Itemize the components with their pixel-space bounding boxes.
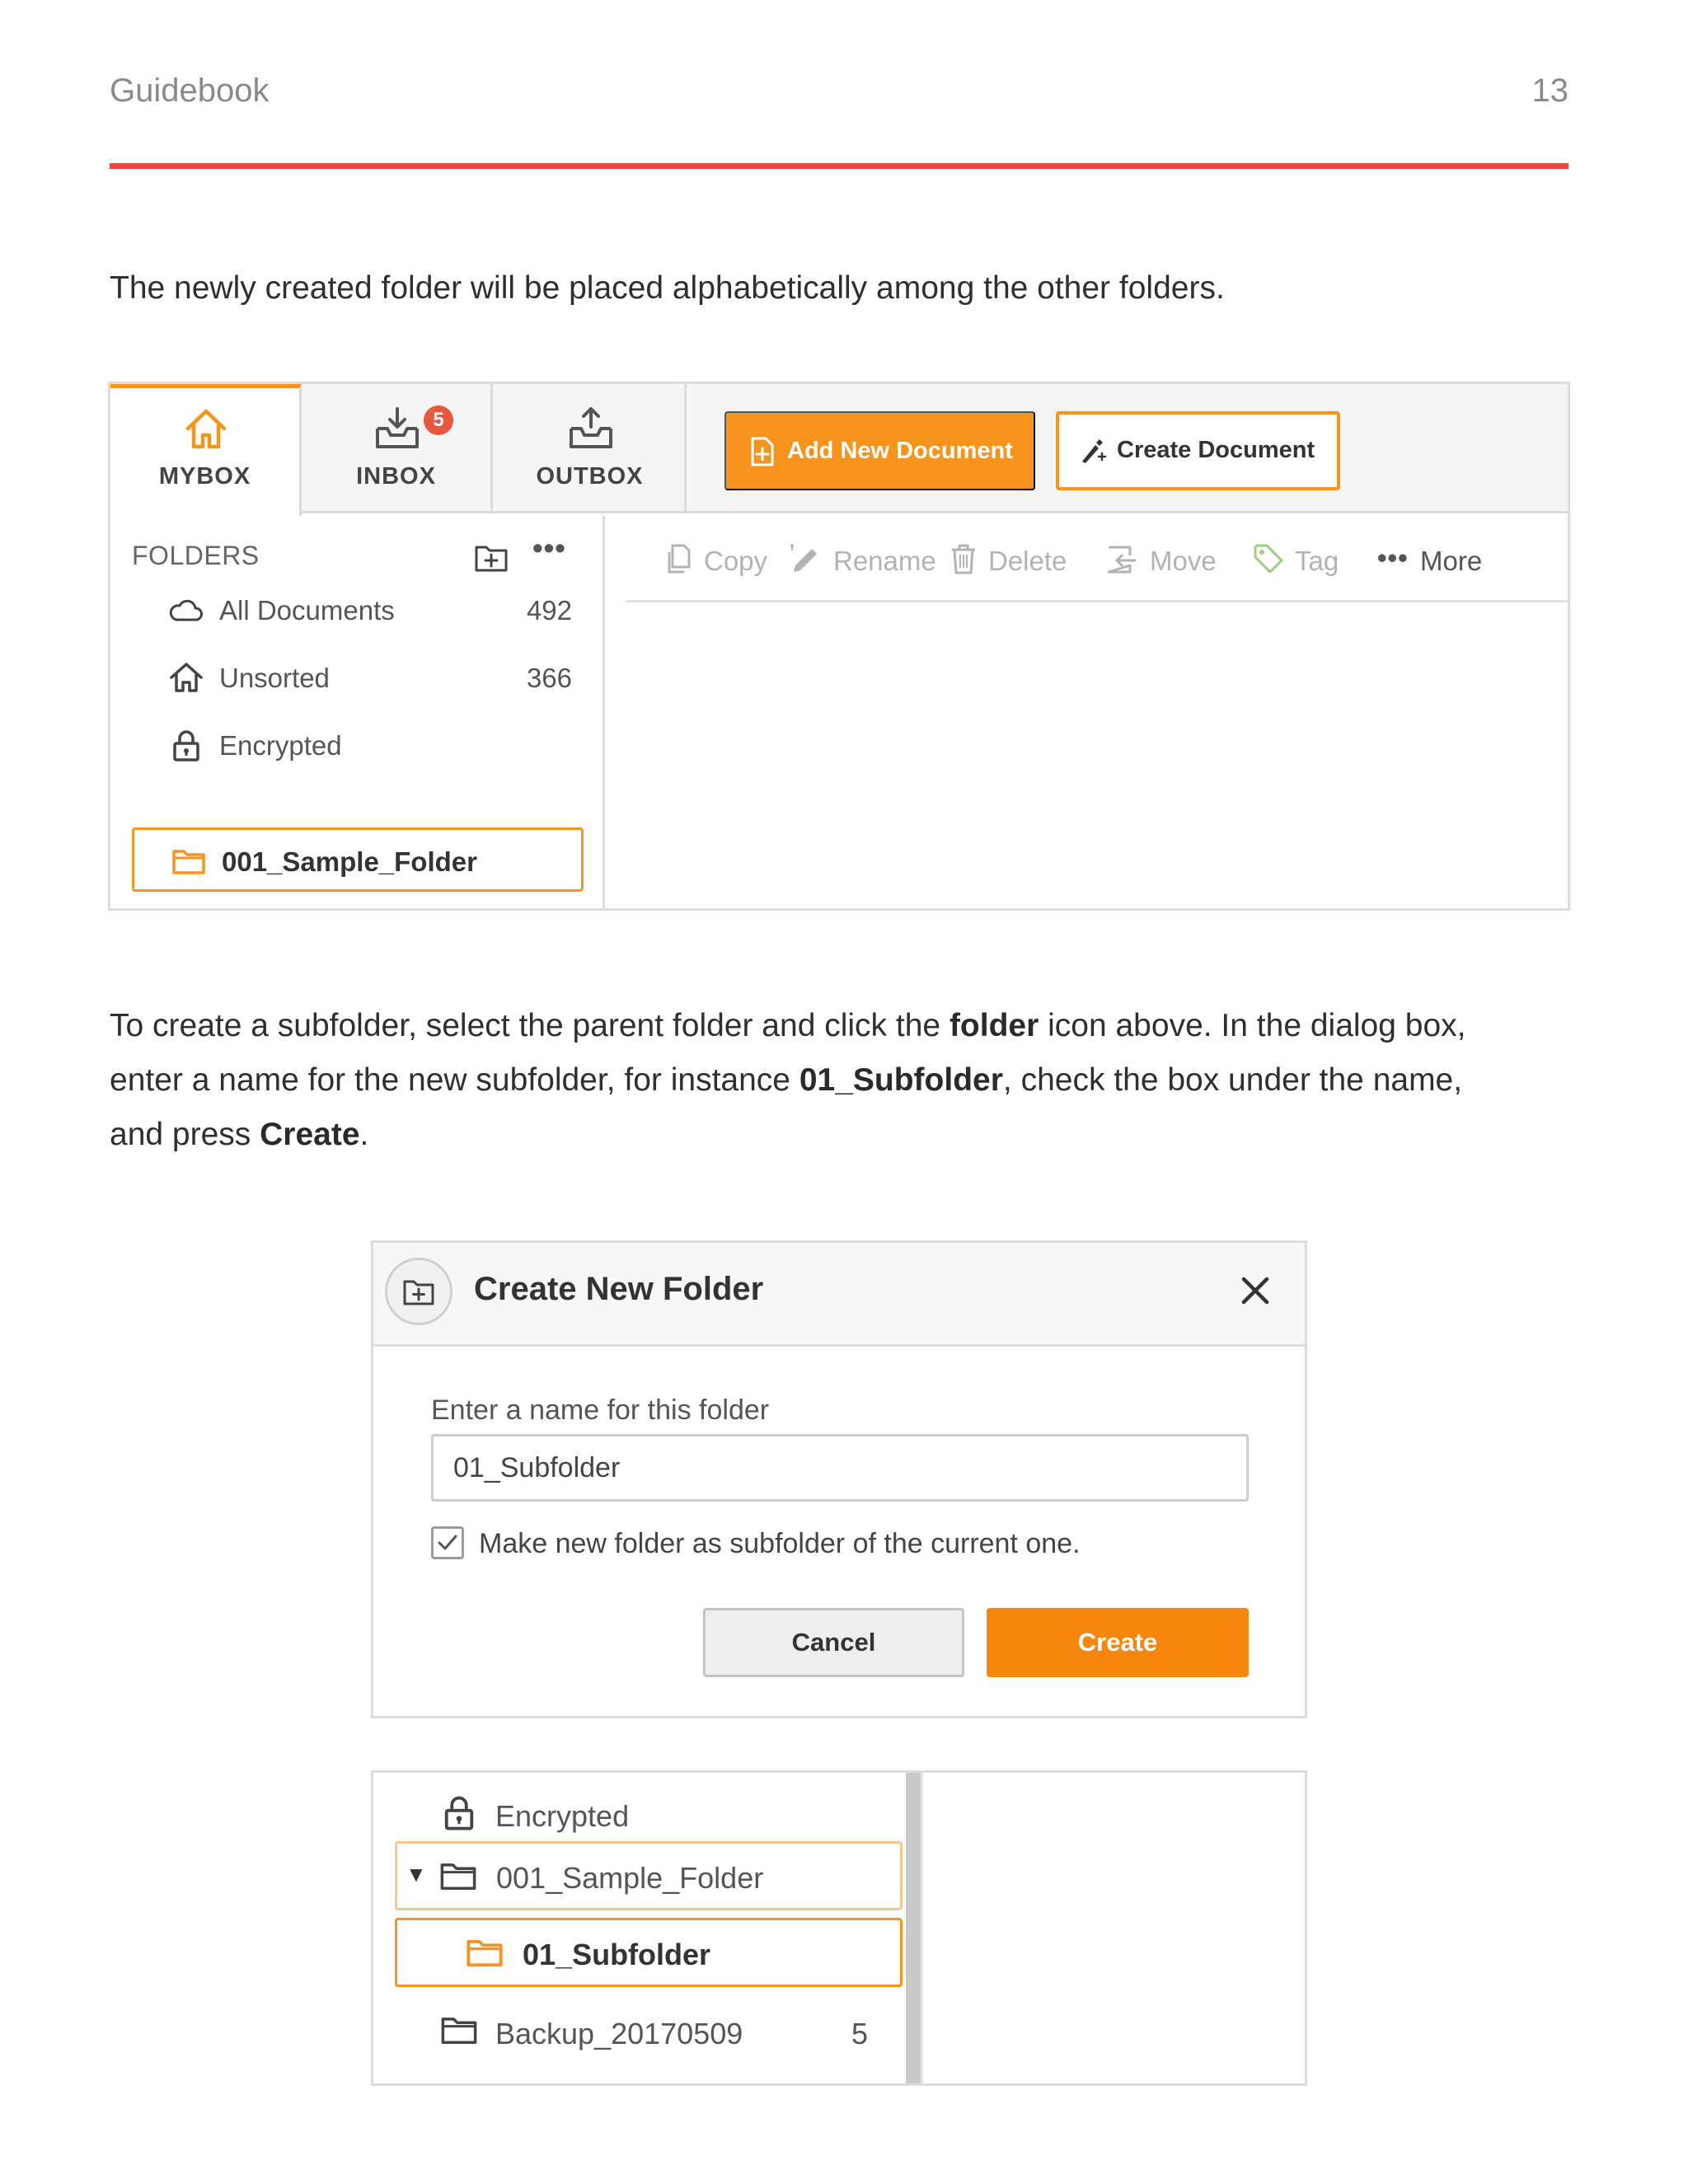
house-icon xyxy=(170,663,203,692)
tree-item-001-sample-folder[interactable]: ▼ 001_Sample_Folder xyxy=(395,1841,903,1910)
instruction-bold: 01_Subfolder xyxy=(799,1062,1003,1098)
copy-label: Copy xyxy=(704,546,768,576)
folder-encrypted[interactable]: Encrypted xyxy=(168,720,572,770)
copy-icon xyxy=(668,544,691,574)
header-title: Guidebook xyxy=(110,73,270,109)
trash-icon xyxy=(952,544,975,574)
add-new-document-label: Add New Document xyxy=(787,438,1013,464)
tab-bar: MYBOX INBOX 5 OUTBOX Add New Document Cr… xyxy=(110,384,1568,516)
home-icon xyxy=(185,409,227,449)
tree-item-label: 001_Sample_Folder xyxy=(496,1861,764,1895)
folder-icon xyxy=(467,1940,503,1967)
inbox-badge: 5 xyxy=(424,405,453,435)
delete-label: Delete xyxy=(988,546,1067,576)
folder-label: 001_Sample_Folder xyxy=(222,846,477,877)
checkmark-icon xyxy=(438,1535,457,1550)
folder-label: Unsorted xyxy=(219,663,330,693)
instruction-bold: folder xyxy=(949,1008,1039,1043)
create-document-label: Create Document xyxy=(1117,437,1315,463)
dialog-title: Create New Folder xyxy=(474,1271,764,1307)
dialog-icon-circle xyxy=(385,1258,452,1325)
instruction-text: , check the box under the name, xyxy=(1002,1062,1463,1098)
lock-icon xyxy=(173,730,199,762)
tab-label: OUTBOX xyxy=(536,463,644,490)
create-document-button[interactable]: Create Document xyxy=(1056,411,1340,490)
tab-mybox[interactable]: MYBOX xyxy=(110,384,302,516)
folder-name-input[interactable] xyxy=(431,1434,1249,1502)
create-folder-dialog: Create New Folder Enter a name for this … xyxy=(371,1240,1307,1718)
add-new-document-button[interactable]: Add New Document xyxy=(724,411,1035,490)
header-rule xyxy=(110,163,1568,169)
pencil-icon xyxy=(790,544,817,572)
folder-001-sample-folder[interactable]: 001_Sample_Folder xyxy=(132,827,584,892)
folder-icon xyxy=(440,1863,476,1891)
document-toolbar: Copy Rename Delete Move Tag ••• More xyxy=(626,516,1568,602)
folders-more-icon[interactable]: ••• xyxy=(532,531,566,565)
intro-paragraph: The newly created folder will be placed … xyxy=(110,270,1225,306)
more-label: More xyxy=(1420,546,1483,576)
folders-heading: FOLDERS xyxy=(132,541,260,570)
folder-count: 492 xyxy=(526,595,572,626)
folder-name-label: Enter a name for this folder xyxy=(431,1394,770,1426)
page-number: 13 xyxy=(1531,73,1569,109)
create-button[interactable]: Create xyxy=(987,1608,1249,1677)
instruction-text: . xyxy=(359,1117,369,1152)
tree-scrollbar[interactable] xyxy=(906,1773,921,2083)
new-folder-icon xyxy=(403,1280,434,1305)
instruction-text: To create a subfolder, select the parent… xyxy=(110,1008,950,1043)
cancel-button[interactable]: Cancel xyxy=(703,1608,964,1677)
folder-icon xyxy=(172,850,205,874)
tree-item-01-subfolder[interactable]: 01_Subfolder xyxy=(395,1918,903,1987)
inbox-icon xyxy=(376,407,419,448)
tag-label: Tag xyxy=(1295,546,1339,576)
instruction-text: enter a name for the new subfolder, for … xyxy=(110,1062,799,1098)
folder-unsorted[interactable]: Unsorted 366 xyxy=(168,653,572,702)
tree-divider xyxy=(921,1773,923,2083)
instruction-bold: Create xyxy=(260,1117,360,1152)
tree-item-count: 5 xyxy=(851,2017,868,2050)
instruction-text: icon above. In the dialog box, xyxy=(1039,1008,1466,1043)
folder-all-documents[interactable]: All Documents 492 xyxy=(168,585,572,635)
tab-label: MYBOX xyxy=(158,463,251,490)
folder-label: Encrypted xyxy=(219,730,342,761)
folder-tree: Encrypted ▼ 001_Sample_Folder 01_Subfold… xyxy=(373,1773,906,2083)
rename-label: Rename xyxy=(833,546,936,576)
tree-item-backup[interactable]: Backup_20170509 5 xyxy=(439,2005,884,2055)
lock-icon xyxy=(444,1796,474,1830)
add-document-icon xyxy=(751,437,774,466)
tag-icon xyxy=(1254,544,1283,574)
more-dots-icon: ••• xyxy=(1377,542,1409,573)
folder-tree-screenshot: Encrypted ▼ 001_Sample_Folder 01_Subfold… xyxy=(371,1770,1307,2086)
subfolder-checkbox-label[interactable]: Make new folder as subfolder of the curr… xyxy=(479,1528,1081,1560)
page-header: Guidebook 13 xyxy=(110,73,1568,114)
tree-item-label: Backup_20170509 xyxy=(495,2017,743,2050)
move-icon xyxy=(1107,546,1137,574)
close-icon[interactable] xyxy=(1237,1272,1273,1309)
folder-icon xyxy=(441,2018,477,2045)
subfolder-checkbox[interactable] xyxy=(431,1526,464,1559)
folder-count: 366 xyxy=(526,663,572,693)
outbox-icon xyxy=(570,407,612,448)
instruction-text: and press xyxy=(110,1117,260,1152)
expand-caret-icon[interactable]: ▼ xyxy=(406,1862,427,1887)
folder-label: All Documents xyxy=(219,595,395,626)
instruction-line-3: and press Create. xyxy=(110,1108,1585,1162)
new-folder-icon[interactable] xyxy=(473,539,509,575)
instruction-line-1: To create a subfolder, select the parent… xyxy=(110,999,1585,1053)
move-label: Move xyxy=(1150,546,1217,576)
tree-item-label: Encrypted xyxy=(495,1799,630,1833)
instruction-paragraph: To create a subfolder, select the parent… xyxy=(110,999,1585,1162)
folders-sidebar: FOLDERS ••• All Documents 492 Unsorted 3… xyxy=(110,516,605,908)
tab-outbox[interactable]: OUTBOX xyxy=(495,384,687,513)
tab-label: INBOX xyxy=(356,463,436,490)
instruction-line-2: enter a name for the new subfolder, for … xyxy=(110,1053,1585,1108)
app-screenshot: MYBOX INBOX 5 OUTBOX Add New Document Cr… xyxy=(108,382,1570,911)
magic-pen-icon xyxy=(1082,439,1107,463)
tab-inbox[interactable]: INBOX xyxy=(302,384,493,513)
dialog-header: Create New Folder xyxy=(373,1243,1305,1347)
cloud-icon xyxy=(169,599,203,621)
tree-item-label: 01_Subfolder xyxy=(523,1938,711,1971)
